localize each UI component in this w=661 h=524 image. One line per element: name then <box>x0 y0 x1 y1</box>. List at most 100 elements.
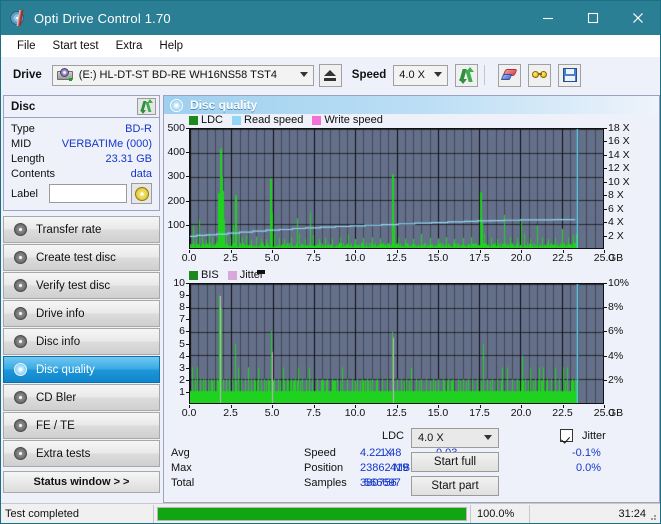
sidebar-item-verify-test-disc[interactable]: Verify test disc <box>3 272 160 299</box>
close-button[interactable] <box>615 1 660 35</box>
refresh-icon <box>140 99 153 114</box>
status-window-button[interactable]: Status window > > <box>3 471 160 493</box>
disc-label-browse-button[interactable] <box>131 183 152 204</box>
legend-label: BIS <box>201 269 219 281</box>
maximize-button[interactable] <box>570 1 615 35</box>
menu-file[interactable]: File <box>9 38 45 54</box>
y-axis-tick-label: 8 <box>179 301 185 314</box>
save-icon <box>562 68 577 82</box>
disc-row-value: 23.31 GB <box>105 152 152 165</box>
sidebar-item-drive-info[interactable]: Drive info <box>3 300 160 327</box>
jitter-scale-marker <box>257 270 265 274</box>
chevron-down-icon <box>434 72 443 77</box>
disc-row-key: MID <box>11 137 32 150</box>
sidebar-item-create-test-disc[interactable]: Create test disc <box>3 244 160 271</box>
sidebar-item-cd-bler[interactable]: CD Bler <box>3 384 160 411</box>
y-axis-tick-label: 2 <box>179 373 185 386</box>
y-axis-tick-mark <box>186 128 189 129</box>
elapsed-time: 31:24 <box>618 507 646 520</box>
disc-label-input[interactable] <box>49 184 127 203</box>
erase-button[interactable] <box>498 63 522 87</box>
jitter-checkbox[interactable] <box>560 429 573 442</box>
save-button[interactable] <box>558 63 582 87</box>
x-axis-tick-mark <box>562 405 564 408</box>
disc-quality-icon <box>170 98 183 112</box>
stats-panel: LDC BIS Jitter Avg 1.48 0.03 -0.1% Max 4… <box>164 428 659 496</box>
x-axis-tick-label: 0.0 <box>181 407 197 419</box>
eject-icon <box>324 69 337 81</box>
y2-axis-tick-mark <box>604 235 607 237</box>
start-full-label: Start full <box>433 456 477 468</box>
x-axis-tick-label: 12.5 <box>386 252 407 264</box>
start-part-button[interactable]: Start part <box>411 476 499 496</box>
disc-refresh-button[interactable] <box>137 98 156 115</box>
y2-axis-tick-mark <box>604 355 607 357</box>
y-axis-tick-mark <box>186 343 189 345</box>
disc-icon <box>10 307 30 320</box>
speed-key: Speed <box>304 447 336 459</box>
start-full-button[interactable]: Start full <box>411 452 499 472</box>
legend-label: LDC <box>201 114 224 126</box>
drive-select[interactable]: (E:) HL-DT-ST BD-RE WH16NS58 TST4 <box>51 64 314 86</box>
y2-axis-tick-label: 8 X <box>608 189 624 202</box>
sidebar-item-disc-info[interactable]: Disc info <box>3 328 160 355</box>
x-axis-tick-mark <box>189 250 190 253</box>
sidebar-item-fe-te[interactable]: FE / TE <box>3 412 160 439</box>
refresh-icon <box>459 66 475 84</box>
y-axis-tick-label: 100 <box>167 218 185 231</box>
title-bar: Opti Drive Control 1.70 <box>1 1 660 35</box>
x-axis-tick-mark <box>313 250 315 253</box>
drive-select-value: (E:) HL-DT-ST BD-RE WH16NS58 TST4 <box>78 69 278 81</box>
x-axis-tick-label: 20.0 <box>510 252 532 264</box>
y-axis-tick-mark <box>186 367 189 369</box>
x-axis-tick-label: 5.0 <box>264 252 280 264</box>
x-axis-tick-mark <box>438 250 439 253</box>
progress-bar <box>157 506 467 521</box>
y2-axis-tick-mark <box>604 307 607 309</box>
resize-grip[interactable] <box>647 511 657 521</box>
menu-extra[interactable]: Extra <box>108 38 152 54</box>
test-speed-select[interactable]: 4.0 X <box>411 428 499 448</box>
y2-axis-tick-label: 18 X <box>608 122 630 134</box>
y2-axis-tick-label: 14 X <box>608 148 630 161</box>
eject-button[interactable] <box>318 63 342 87</box>
glasses-icon <box>531 68 548 82</box>
y-axis-tick-mark <box>186 355 189 357</box>
ldc-chart: LDC Read speed Write speed 100 200 300 400 500… <box>164 114 659 269</box>
refresh-button[interactable] <box>455 63 479 87</box>
status-window-label: Status window > > <box>33 476 130 488</box>
legend-swatch <box>189 115 198 125</box>
y2-axis-tick-mark <box>604 379 607 381</box>
minimize-button[interactable] <box>525 1 570 35</box>
stats-header-ldc: LDC <box>382 430 405 442</box>
chevron-down-icon <box>299 72 308 77</box>
disc-row-type: Type BD-R <box>11 121 152 136</box>
disc-row-key: Contents <box>11 167 56 180</box>
y2-axis-tick-label: 2% <box>608 373 624 386</box>
y-axis-tick-mark <box>186 391 189 393</box>
menu-start-test[interactable]: Start test <box>45 38 108 54</box>
speed-label: Speed <box>351 69 387 81</box>
bis-plot-area <box>189 283 604 404</box>
x-axis-tick-label: 22.5 <box>552 252 573 264</box>
disc-label-row: Label <box>11 183 152 204</box>
menu-bar: File Start test Extra Help <box>1 35 660 57</box>
app-window: Opti Drive Control 1.70 File Start test … <box>0 0 661 524</box>
sidebar-item-disc-quality[interactable]: Disc quality <box>3 356 160 383</box>
panel-title: Disc quality <box>190 98 258 112</box>
disc-icon <box>10 363 30 376</box>
x-axis-tick-label: 7.5 <box>306 252 321 264</box>
inspect-button[interactable] <box>528 63 552 87</box>
sidebar-item-transfer-rate[interactable]: Transfer rate <box>3 216 160 243</box>
menu-help[interactable]: Help <box>151 38 192 54</box>
y2-axis-tick-label: 4 X <box>608 216 624 229</box>
start-part-label: Start part <box>431 480 479 492</box>
x-axis-tick-mark <box>189 405 190 408</box>
status-text: Test completed <box>5 507 79 520</box>
disc-info-header: Disc <box>4 96 159 118</box>
sidebar-item-extra-tests[interactable]: Extra tests <box>3 440 160 467</box>
toolbar-divider <box>484 65 486 85</box>
speed-select[interactable]: 4.0 X <box>393 64 449 86</box>
nav-list: Transfer rate Create test disc Verify te… <box>3 216 160 468</box>
status-divider <box>153 504 154 523</box>
